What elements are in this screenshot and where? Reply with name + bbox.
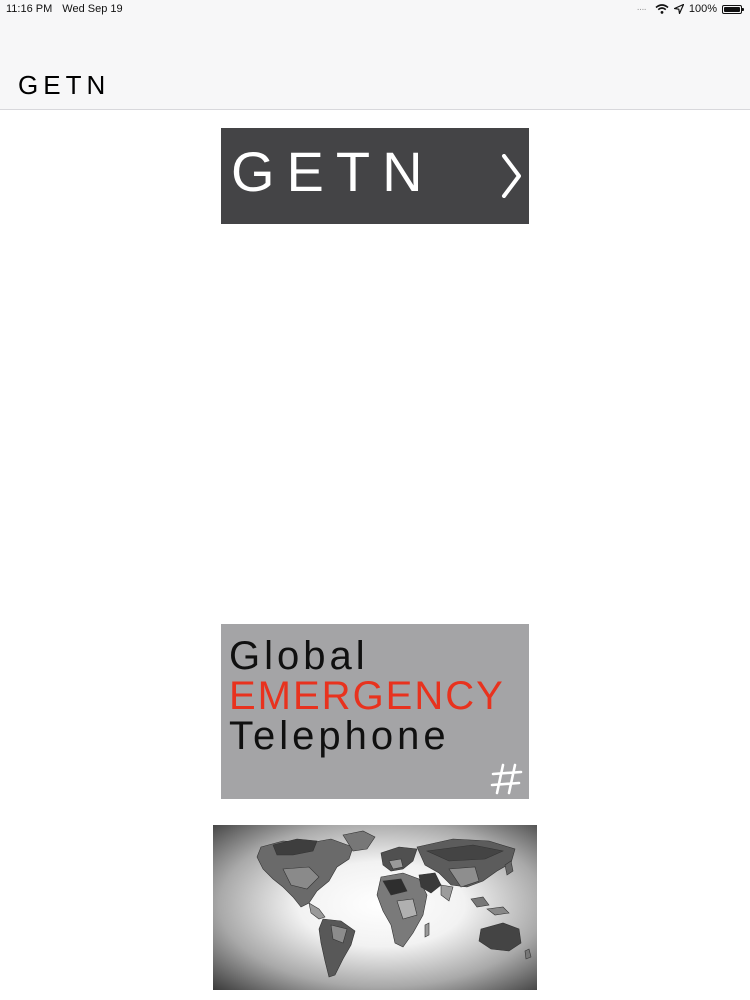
chevron-right-icon [502, 154, 521, 198]
world-map-image [213, 825, 537, 990]
status-left: 11:16 PM Wed Sep 19 [6, 3, 123, 15]
location-arrow-icon [673, 4, 684, 14]
wifi-icon [655, 4, 669, 14]
hash-icon [490, 763, 523, 795]
status-date: Wed Sep 19 [62, 3, 123, 15]
battery-icon [722, 4, 744, 14]
status-bar: 11:16 PM Wed Sep 19 ···· 100% [0, 0, 750, 20]
world-map-graphic [256, 830, 532, 978]
getn-banner-label: GETN [231, 140, 435, 203]
status-right: ···· 100% [636, 3, 744, 15]
logo-line-global: Global [229, 634, 369, 678]
navigation-bar: GETN [0, 20, 750, 110]
global-emergency-telephone-logo: Global EMERGENCY Telephone [221, 624, 529, 799]
page-title: GETN [18, 70, 111, 100]
signal-dots-icon: ···· [636, 3, 647, 15]
battery-fill [724, 6, 740, 12]
getn-banner-button[interactable]: GETN [221, 128, 529, 224]
logo-line-telephone: Telephone [229, 714, 450, 758]
status-time: 11:16 PM [6, 3, 53, 15]
logo-line-emergency: EMERGENCY [229, 674, 505, 718]
battery-percent: 100% [688, 3, 717, 15]
